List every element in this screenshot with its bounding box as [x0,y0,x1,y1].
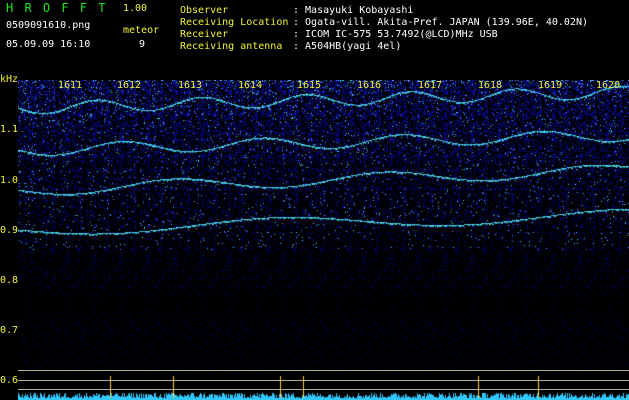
baseline-guide-line [18,389,629,390]
x-tick-label: 1615 [297,80,322,91]
x-tick-label: 1617 [418,80,443,91]
meteor-label: meteor [123,25,160,36]
x-tick-label: 1616 [357,80,382,91]
receiver-label: Receiver [180,29,229,40]
x-tick-label: 1612 [117,80,142,91]
antenna-label: Receiving antenna [180,41,283,52]
y-tick-label: 1.1 [0,124,19,135]
x-tick-label: 1611 [58,80,83,91]
location-value: : Ogata-vill. Akita-Pref. JAPAN (139.96E… [293,17,589,28]
x-tick-label: 1614 [238,80,263,91]
y-tick-label: 0.8 [0,275,19,286]
y-tick-label: 0.6 [0,375,19,386]
x-tick-label: 1619 [538,80,563,91]
observer-label: Observer [180,5,229,16]
app-title: H R O F F T [6,1,108,15]
y-tick-label: 1.0 [0,175,19,186]
location-label: Receiving Location [180,17,289,28]
x-tick-label: 1620 [596,80,621,91]
y-tick-label: 0.7 [0,325,19,336]
baseline-guide-line [18,370,629,371]
app-version: 1.00 [123,3,148,14]
x-tick-label: 1613 [178,80,203,91]
y-tick-label: 0.9 [0,225,19,236]
observer-value: : Masayuki Kobayashi [293,5,414,16]
datetime: 05.09.09 16:10 [6,39,91,50]
spectrogram [18,80,629,400]
filename: 0509091610.png [6,20,91,31]
header-panel: H R O F F T 1.00 0509091610.png 05.09.09… [0,0,629,80]
receiver-value: : ICOM IC-575 53.7492(@LCD)MHz USB [293,29,498,40]
y-unit-label: kHz [0,74,19,85]
meteor-count: 9 [139,39,146,50]
x-tick-label: 1618 [478,80,503,91]
baseline-guide-line [18,380,629,381]
antenna-value: : A504HB(yagi 4el) [293,41,402,52]
